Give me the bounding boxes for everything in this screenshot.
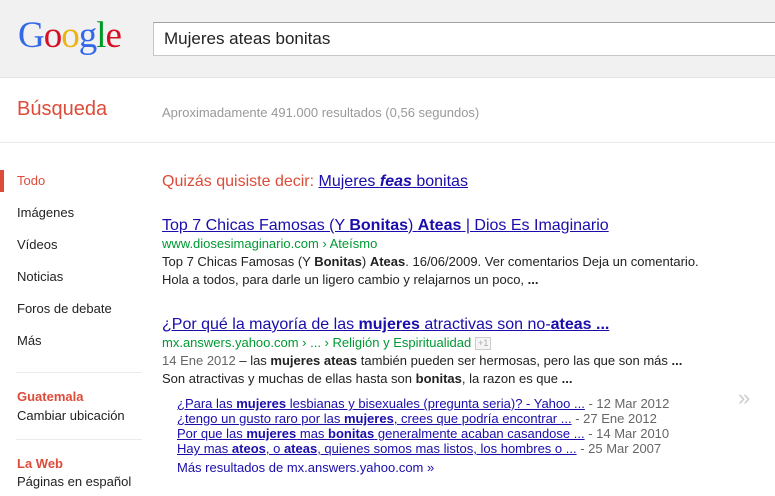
- sitelink[interactable]: Por que las mujeres mas bonitas generalm…: [177, 426, 585, 441]
- snippet-text: Son atractivas y muchas de ellas hasta s…: [162, 371, 416, 387]
- snippet-highlight: bonitas: [415, 371, 462, 387]
- snippet-highlight: Ateas: [369, 254, 406, 269]
- sidebar-divider: [16, 372, 142, 373]
- snippet-text: también pueden ser hermosas, pero las qu…: [357, 353, 672, 369]
- title-highlight: ateas: [550, 316, 592, 333]
- search-box: [153, 22, 775, 56]
- sitelink-text: Hay mas: [177, 441, 232, 456]
- result-url: mx.answers.yahoo.com › ... › Religión y …: [162, 335, 702, 351]
- header-divider: [0, 142, 775, 143]
- logo-letter: o: [61, 15, 79, 56]
- result-stats: Aproximadamente 491.000 resultados (0,56…: [162, 105, 480, 120]
- sitelink-text: , o: [265, 441, 284, 456]
- sitelink-highlight: mujeres: [246, 426, 297, 441]
- sitelink-highlight: mujeres: [236, 396, 287, 411]
- sitelink-text: ¿tengo un gusto raro por las: [177, 411, 344, 426]
- result-snippet: Top 7 Chicas Famosas (Y Bonitas) Ateas. …: [162, 253, 702, 289]
- top-bar: Google: [0, 0, 775, 78]
- page-title: Búsqueda: [17, 98, 108, 120]
- snippet-text: ): [361, 254, 370, 269]
- location-title: Guatemala: [17, 389, 84, 404]
- sidebar-item-todo[interactable]: Todo: [0, 165, 150, 197]
- logo-letter: G: [18, 15, 45, 56]
- sitelink[interactable]: ¿Para las mujeres lesbianas y bisexuales…: [177, 396, 585, 411]
- suggestion-word: Mujeres: [318, 173, 376, 190]
- plus-one-button[interactable]: +1: [475, 337, 492, 351]
- sitelink-highlight: bonitas: [328, 426, 375, 441]
- sidebar-item-foros[interactable]: Foros de debate: [0, 293, 150, 325]
- search-result: ¿Por qué la mayoría de las mujeres atrac…: [162, 316, 702, 388]
- sitelink-highlight: ateos: [231, 441, 266, 456]
- title-text: atractivas son no-: [419, 316, 551, 333]
- sidebar-divider: [16, 439, 142, 440]
- web-filter-title: La Web: [17, 456, 63, 471]
- sitelink[interactable]: Hay mas ateos, o ateas, quienes somos ma…: [177, 441, 577, 456]
- snippet-text: Top 7 Chicas Famosas (Y: [162, 254, 315, 269]
- sidebar-item-mas[interactable]: Más: [0, 325, 150, 357]
- sitelink-row: Por que las mujeres mas bonitas generalm…: [177, 426, 737, 441]
- logo-letter: e: [105, 15, 122, 56]
- google-logo[interactable]: Google: [18, 14, 122, 57]
- sitelink-row: ¿Para las mujeres lesbianas y bisexuales…: [177, 396, 737, 411]
- title-text: Top 7 Chicas Famosas (Y: [162, 217, 350, 234]
- suggestion-prefix: Quizás quisiste decir:: [162, 173, 315, 190]
- sitelink-text: , crees que podría encontrar ...: [393, 411, 572, 426]
- sitelink-text: , quienes somos mas listos, los hombres …: [317, 441, 577, 456]
- snippet-ellipsis: ...: [561, 371, 573, 387]
- sitelink-text: ¿Para las: [177, 396, 237, 411]
- sitelink-highlight: ateas: [283, 441, 318, 456]
- title-highlight: Bonitas: [349, 217, 409, 234]
- snippet-ellipsis: ...: [671, 353, 683, 369]
- logo-letter: g: [78, 15, 97, 56]
- snippet-text: – las: [235, 353, 271, 369]
- more-results-link[interactable]: Más resultados de mx.answers.yahoo.com »: [177, 460, 434, 475]
- sitelink-row: Hay mas ateos, o ateas, quienes somos ma…: [177, 441, 737, 456]
- snippet-highlight: Bonitas: [314, 254, 362, 269]
- sitelink-date: - 14 Mar 2010: [584, 426, 670, 441]
- snippet-date: 14 Ene 2012: [162, 353, 236, 369]
- sitelink-row: ¿tengo un gusto raro por las mujeres, cr…: [177, 411, 737, 426]
- title-text: ¿Por qué la mayoría de las: [162, 316, 359, 333]
- title-ellipsis: ...: [591, 316, 610, 333]
- title-highlight: Ateas: [417, 217, 462, 234]
- sitelink-text: mas: [296, 426, 329, 441]
- logo-letter: o: [43, 15, 62, 56]
- spelling-suggestion: Quizás quisiste decir: Mujeres feas boni…: [162, 173, 468, 191]
- sidebar-item-imagenes[interactable]: Imágenes: [0, 197, 150, 229]
- search-input[interactable]: [154, 23, 774, 55]
- sitelink-text: generalmente acaban casandose ...: [374, 426, 585, 441]
- sitelink-text: Por que las: [177, 426, 247, 441]
- suggestion-link[interactable]: Mujeres feas bonitas: [319, 173, 468, 190]
- sitelink-text: lesbianas y bisexuales (pregunta seria)?…: [286, 396, 585, 411]
- result-url: www.diosesimaginario.com › Ateísmo: [162, 236, 378, 251]
- sitelink-highlight: mujeres: [343, 411, 394, 426]
- change-location-link[interactable]: Cambiar ubicación: [17, 408, 125, 423]
- result-snippet: 14 Ene 2012 – las mujeres ateas también …: [162, 352, 702, 388]
- sidebar-item-noticias[interactable]: Noticias: [0, 261, 150, 293]
- snippet-ellipsis: ...: [527, 272, 539, 287]
- sitelink[interactable]: ¿tengo un gusto raro por las mujeres, cr…: [177, 411, 572, 426]
- sidebar-item-videos[interactable]: Vídeos: [0, 229, 150, 261]
- logo-letter: l: [96, 15, 106, 56]
- snippet-highlight: mujeres ateas: [270, 353, 358, 369]
- sidebar: Todo Imágenes Vídeos Noticias Foros de d…: [0, 165, 150, 357]
- sitelink-date: - 25 Mar 2007: [576, 441, 662, 456]
- title-highlight: mujeres: [358, 316, 420, 333]
- sitelink-date: - 12 Mar 2012: [584, 396, 670, 411]
- snippet-text: , la razon es que: [461, 371, 562, 387]
- sitelinks: ¿Para las mujeres lesbianas y bisexuales…: [177, 396, 737, 477]
- spanish-pages-link[interactable]: Páginas en español: [17, 474, 131, 489]
- title-text: | Dios Es Imaginario: [461, 217, 609, 234]
- title-text: ): [408, 217, 418, 234]
- result-title-link[interactable]: Top 7 Chicas Famosas (Y Bonitas) Ateas |…: [162, 217, 702, 235]
- sitelink-date: - 27 Ene 2012: [571, 411, 657, 426]
- preview-chevron-icon[interactable]: »: [738, 385, 750, 411]
- result-url-text: mx.answers.yahoo.com › ... › Religión y …: [162, 335, 472, 350]
- suggestion-corrected-word: feas: [379, 173, 412, 190]
- search-result: Top 7 Chicas Famosas (Y Bonitas) Ateas |…: [162, 217, 702, 289]
- result-title-link[interactable]: ¿Por qué la mayoría de las mujeres atrac…: [162, 316, 702, 334]
- suggestion-word: bonitas: [416, 173, 468, 190]
